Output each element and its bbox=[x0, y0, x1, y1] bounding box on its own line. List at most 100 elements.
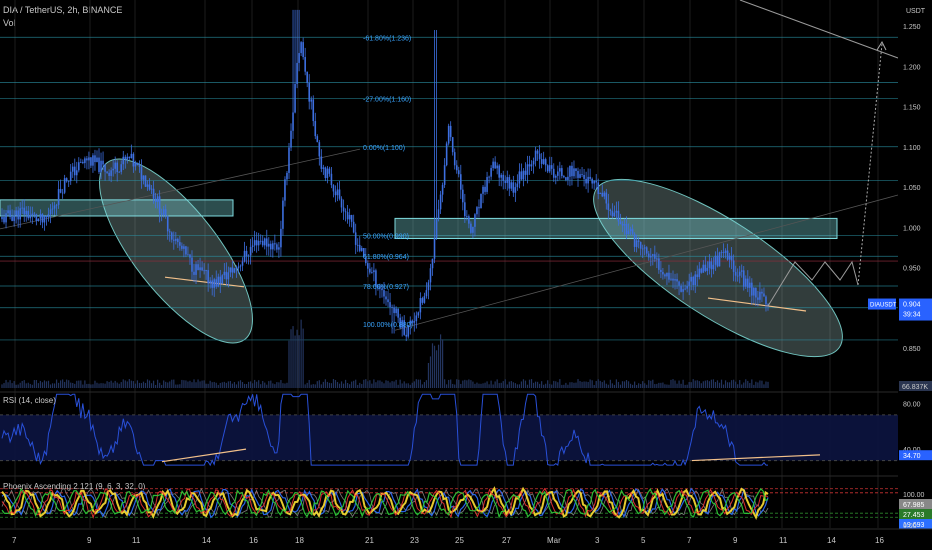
candle-body bbox=[736, 275, 739, 277]
candle-body bbox=[29, 215, 32, 219]
volume-bar bbox=[68, 380, 70, 388]
candle-body bbox=[718, 252, 721, 267]
volume-bar bbox=[627, 381, 630, 388]
volume-bar bbox=[583, 381, 585, 388]
candle-body bbox=[749, 282, 751, 288]
volume-bar bbox=[45, 381, 48, 388]
volume-bar bbox=[53, 383, 56, 388]
volume-bar bbox=[76, 380, 78, 388]
time-tick: 3 bbox=[595, 536, 600, 545]
volume-bar bbox=[215, 382, 217, 388]
volume-bar bbox=[195, 382, 197, 388]
candle-body bbox=[597, 182, 600, 194]
volume-bar bbox=[585, 381, 587, 388]
volume-bar bbox=[233, 382, 236, 388]
candle-body bbox=[144, 175, 147, 187]
volume-bar bbox=[528, 379, 531, 388]
candle-body bbox=[581, 174, 583, 175]
volume-bar bbox=[609, 379, 611, 388]
candle-body bbox=[98, 157, 100, 173]
volume-bar bbox=[183, 380, 185, 388]
volume-bar bbox=[448, 379, 450, 388]
volume-bar bbox=[458, 379, 460, 388]
volume-bar bbox=[320, 384, 322, 388]
candle-body bbox=[563, 176, 565, 178]
volume-bar bbox=[524, 380, 527, 388]
volume-bar bbox=[605, 383, 607, 388]
volume-bar bbox=[652, 379, 654, 388]
volume-bar bbox=[530, 379, 533, 388]
candle-body bbox=[150, 188, 153, 190]
candle-body bbox=[627, 231, 630, 235]
candle-body bbox=[298, 53, 300, 63]
volume-bar bbox=[187, 381, 189, 388]
candle-body bbox=[453, 152, 456, 166]
candle-body bbox=[593, 180, 595, 184]
volume-bar bbox=[716, 380, 719, 388]
candle-body bbox=[759, 291, 761, 300]
price-tick: 0.850 bbox=[903, 346, 921, 353]
candle-body bbox=[415, 315, 418, 322]
candle-body bbox=[296, 62, 298, 84]
volume-bar bbox=[128, 379, 130, 388]
volume-bar bbox=[631, 384, 634, 388]
volume-bar bbox=[342, 383, 345, 388]
candle-body bbox=[5, 213, 7, 223]
candle-body bbox=[637, 240, 640, 242]
candle-body bbox=[243, 250, 246, 262]
volume-bar bbox=[664, 384, 666, 388]
volume-bar bbox=[613, 384, 615, 388]
volume-bar bbox=[112, 382, 114, 388]
candle-body bbox=[397, 308, 399, 318]
volume-bar bbox=[29, 383, 31, 388]
volume-bar bbox=[690, 382, 692, 388]
volume-bar bbox=[207, 383, 209, 388]
time-tick: 9 bbox=[87, 536, 92, 545]
volume-bar bbox=[581, 381, 583, 388]
candle-body bbox=[128, 156, 131, 159]
candle-body bbox=[433, 237, 436, 259]
candle-body bbox=[651, 254, 654, 256]
candle-body bbox=[457, 170, 460, 175]
candle-body bbox=[649, 255, 652, 258]
volume-bar bbox=[90, 384, 92, 388]
candle-body bbox=[61, 192, 64, 194]
candle-body bbox=[728, 255, 731, 260]
volume-bar bbox=[490, 380, 492, 388]
volume-bar bbox=[288, 340, 290, 388]
rsi-value: 34.70 bbox=[903, 453, 921, 460]
volume-bar bbox=[312, 384, 314, 388]
candle-body bbox=[680, 285, 682, 292]
candle-body bbox=[166, 215, 169, 232]
time-tick: 11 bbox=[779, 536, 788, 545]
volume-bar bbox=[57, 382, 60, 388]
volume-bar bbox=[369, 380, 371, 388]
volume-bar bbox=[310, 384, 312, 388]
volume-bar bbox=[181, 379, 183, 388]
candle-body bbox=[168, 231, 171, 233]
candle-body bbox=[607, 203, 610, 210]
time-tick: 25 bbox=[455, 536, 464, 545]
volume-bar bbox=[391, 381, 393, 388]
volume-bar bbox=[344, 379, 347, 388]
volume-bar bbox=[684, 384, 686, 388]
candle-body bbox=[601, 192, 604, 197]
candle-body bbox=[757, 297, 759, 300]
volume-bar bbox=[116, 382, 118, 388]
volume-bar bbox=[425, 380, 428, 388]
price-tick: 1.250 bbox=[903, 24, 921, 31]
price-chart[interactable]: -61.80%(1.236) -27.00%(1.160) 0.00%(1.100)… bbox=[0, 0, 932, 550]
candle-body bbox=[132, 153, 135, 167]
volume-bar bbox=[571, 382, 573, 388]
volume-bar bbox=[276, 382, 278, 388]
volume-bar bbox=[132, 381, 134, 388]
candle-body bbox=[441, 184, 444, 195]
candle-body bbox=[179, 242, 181, 246]
candle-body bbox=[278, 247, 280, 250]
volume-bar bbox=[130, 380, 132, 388]
candle-body bbox=[746, 278, 749, 288]
volume-bar bbox=[559, 379, 561, 388]
candle-body bbox=[348, 215, 351, 220]
rsi-band bbox=[0, 414, 898, 461]
candle-body bbox=[508, 177, 511, 189]
